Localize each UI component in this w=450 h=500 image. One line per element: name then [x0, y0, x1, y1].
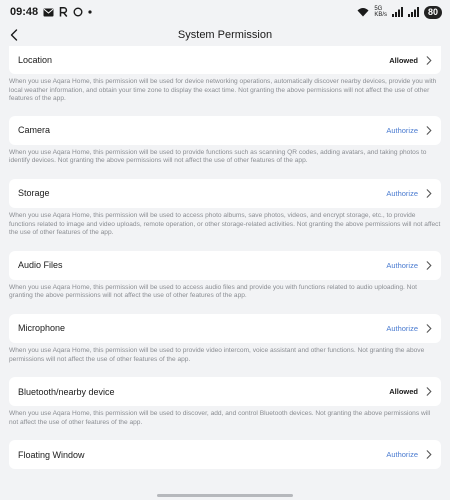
status-bar-left: 09:48 [10, 6, 92, 18]
permission-row-audio-files[interactable]: Audio Files Authorize [9, 250, 441, 280]
chevron-right-icon [426, 324, 432, 333]
permission-name: Bluetooth/nearby device [18, 386, 115, 397]
permission-description-storage: When you use Aqara Home, this permission… [9, 211, 441, 237]
permission-action: Allowed [389, 56, 432, 65]
chevron-left-icon [10, 29, 18, 41]
chevron-right-icon [426, 450, 432, 460]
status-time: 09:48 [10, 6, 39, 18]
permission-row-location[interactable]: Location Allowed [9, 46, 441, 74]
signal-icon-2 [407, 7, 419, 17]
chevron-right-icon [426, 387, 432, 396]
authorize-button[interactable]: Authorize [386, 324, 418, 333]
permission-action: Authorize [386, 324, 432, 333]
permission-row-floating-window[interactable]: Floating Window Authorize [9, 440, 441, 470]
permission-description-location: When you use Aqara Home, this permission… [9, 78, 437, 103]
status-bar-right: 5G KB/s 80 [357, 5, 442, 19]
permission-name: Storage [18, 188, 50, 199]
permission-action: Authorize [386, 261, 432, 270]
authorize-button[interactable]: Authorize [386, 189, 418, 198]
authorize-button[interactable]: Authorize [386, 126, 418, 135]
network-speed-unit: KB/s [374, 12, 387, 18]
permission-action: Authorize [386, 189, 432, 198]
permission-action: Allowed [389, 387, 432, 396]
permission-name: Location [18, 55, 53, 65]
authorize-button[interactable]: Authorize [386, 261, 418, 270]
home-indicator[interactable] [157, 494, 293, 497]
permission-name: Camera [18, 125, 51, 136]
permission-list: Location Allowed When you use Aqara Home… [0, 46, 450, 500]
permission-status: Allowed [389, 387, 418, 397]
chevron-right-icon [426, 261, 432, 270]
circle-notification-icon [73, 7, 83, 17]
page-title: System Permission [177, 29, 273, 41]
mail-icon [43, 8, 54, 17]
network-speed: 5G KB/s [374, 6, 387, 18]
r-notification-icon [59, 7, 68, 17]
authorize-button[interactable]: Authorize [386, 450, 418, 459]
wifi-icon [357, 7, 369, 17]
page-header: System Permission [0, 24, 450, 46]
status-bar: 09:48 5G KB/s 80 [0, 0, 450, 24]
chevron-right-icon [426, 55, 432, 65]
dot-icon [88, 10, 92, 14]
permission-row-camera[interactable]: Camera Authorize [9, 115, 441, 145]
permission-name: Floating Window [18, 449, 85, 460]
permission-name: Microphone [18, 323, 66, 334]
chevron-right-icon [426, 189, 432, 198]
permission-description-microphone: When you use Aqara Home, this permission… [9, 346, 425, 363]
permission-row-microphone[interactable]: Microphone Authorize [9, 313, 441, 343]
permission-description-audio-files: When you use Aqara Home, this permission… [9, 283, 417, 300]
permission-name: Audio Files [18, 260, 63, 271]
permission-description-bluetooth: When you use Aqara Home, this permission… [9, 410, 431, 426]
back-button[interactable] [6, 26, 22, 44]
permission-description-camera: When you use Aqara Home, this permission… [9, 148, 427, 165]
signal-icon [391, 7, 403, 17]
permission-status: Allowed [389, 55, 418, 65]
permission-row-bluetooth[interactable]: Bluetooth/nearby device Allowed [9, 377, 441, 407]
battery-indicator: 80 [423, 5, 442, 19]
permission-action: Authorize [386, 126, 432, 135]
permission-action: Authorize [386, 450, 432, 459]
chevron-right-icon [426, 126, 432, 135]
permission-row-storage[interactable]: Storage Authorize [9, 178, 441, 208]
